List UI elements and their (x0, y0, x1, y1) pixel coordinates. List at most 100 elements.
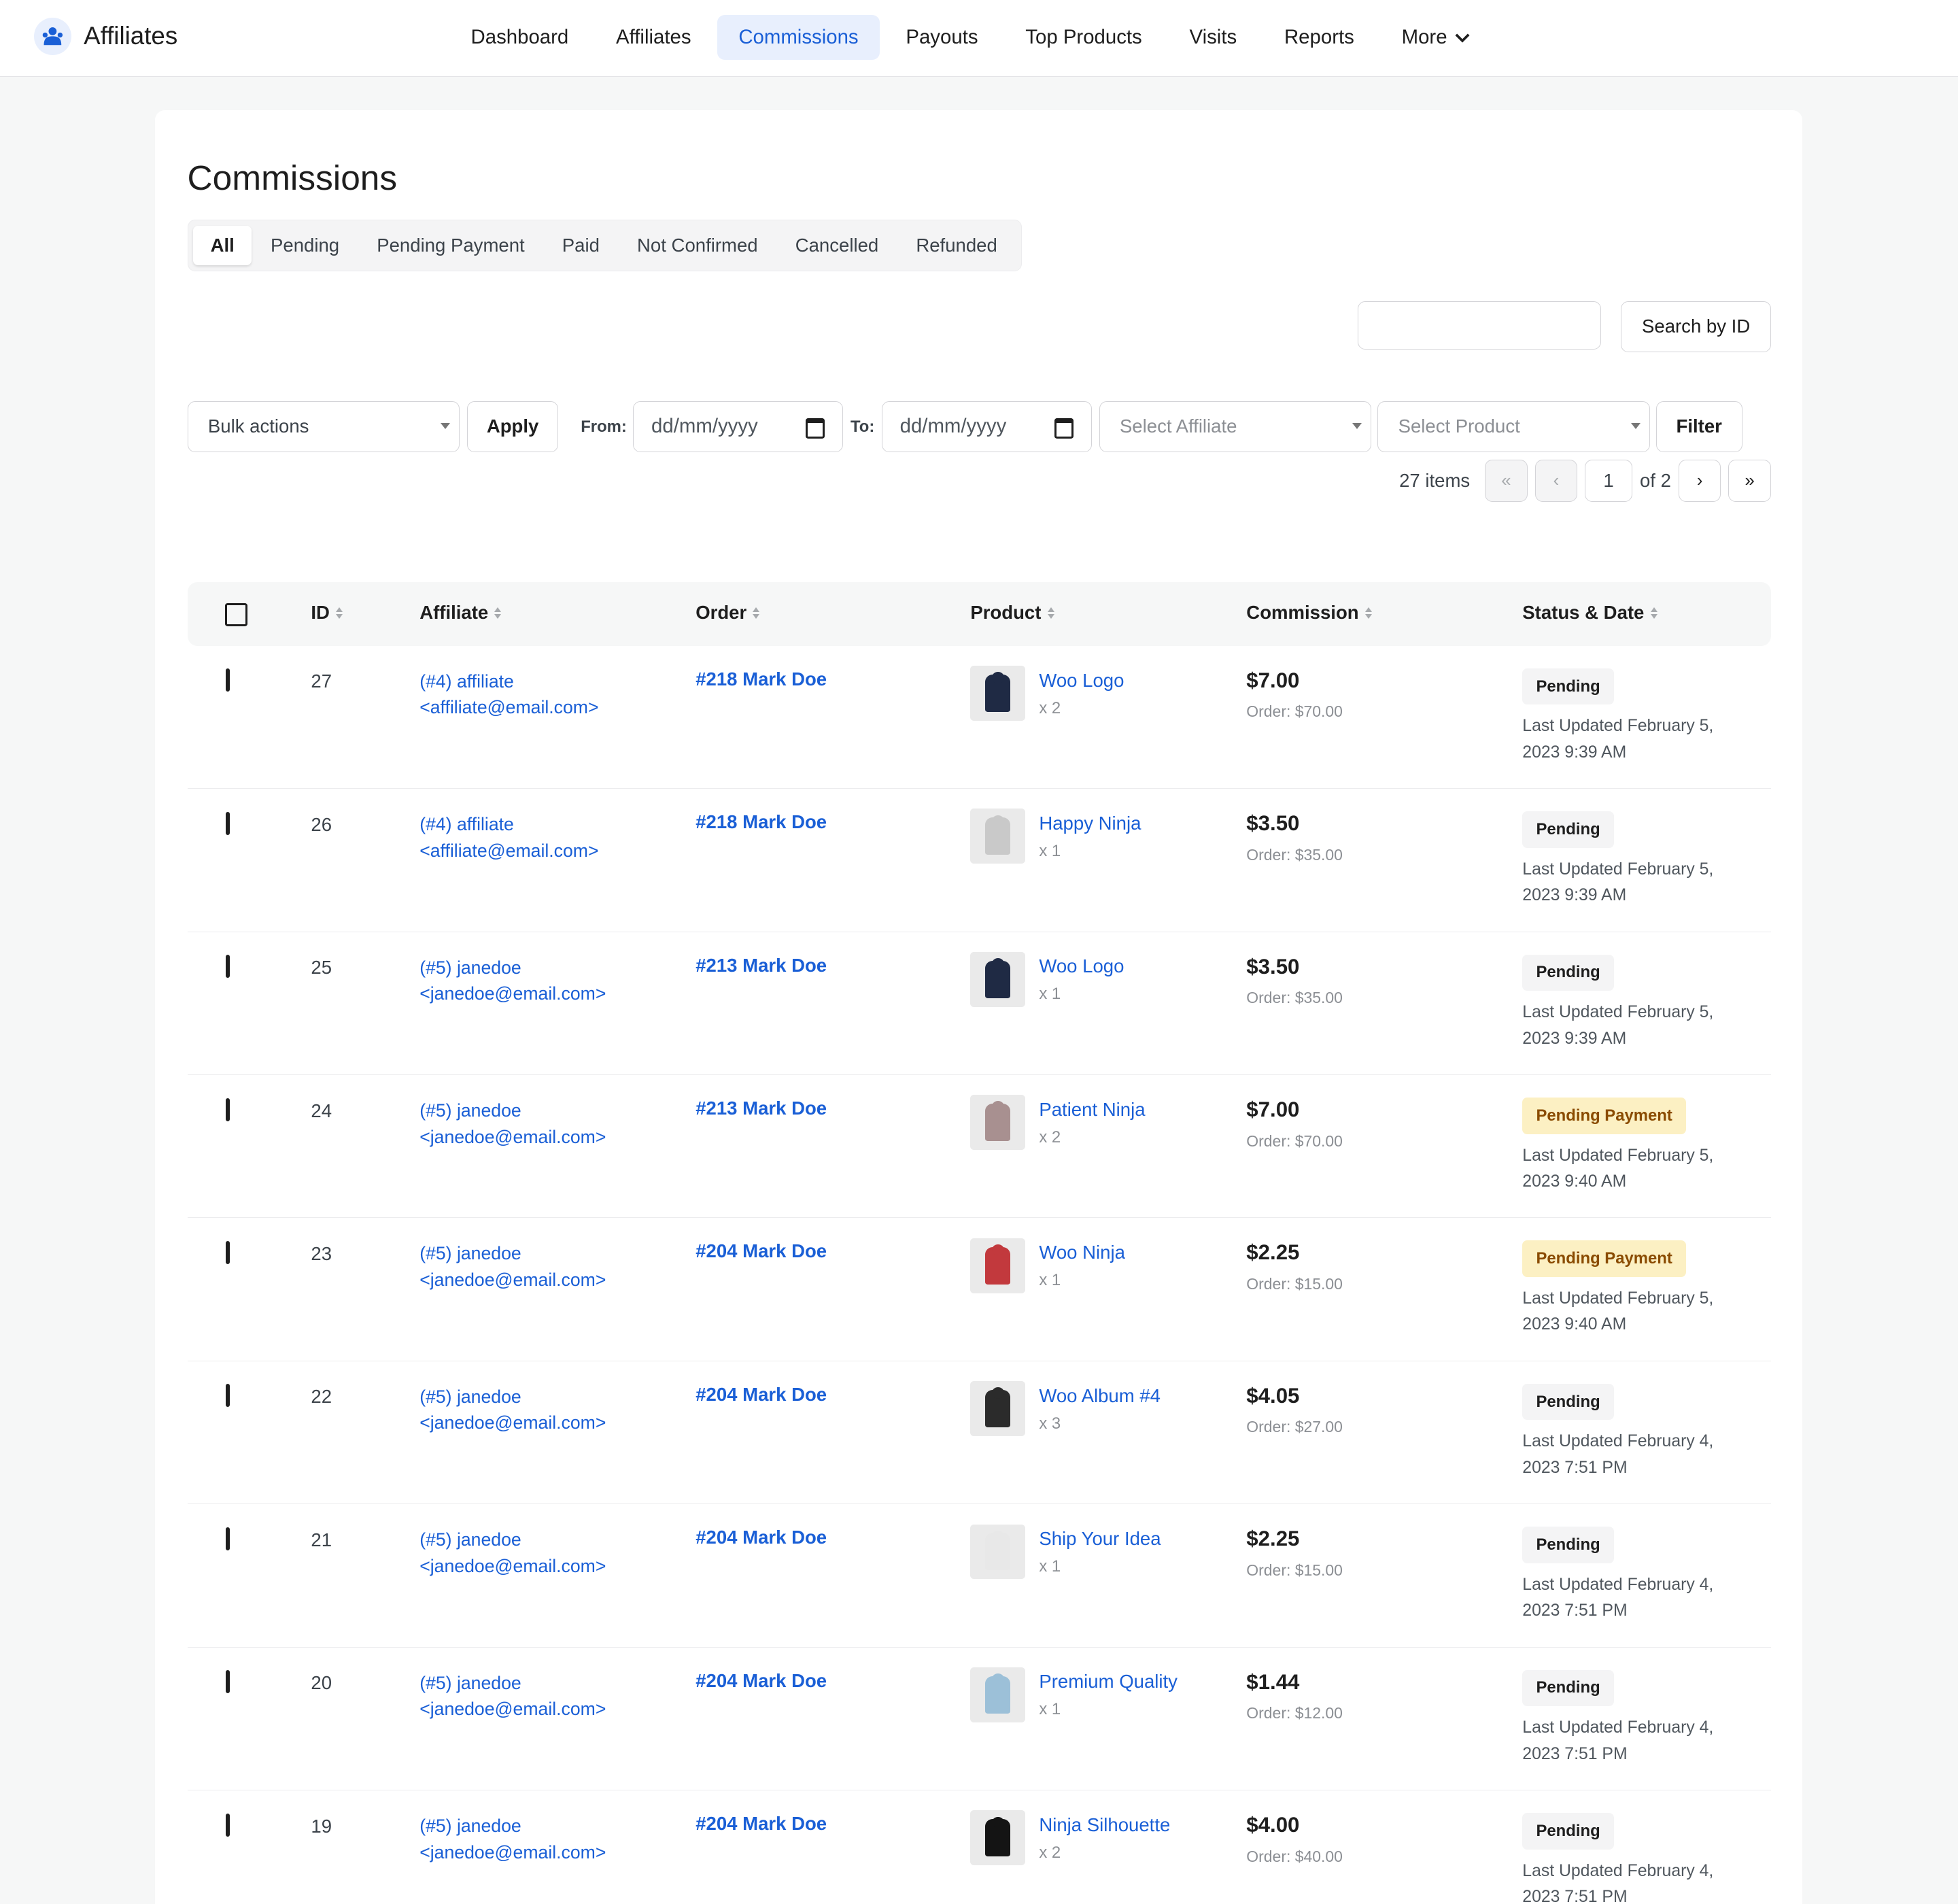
calendar-icon[interactable] (806, 418, 825, 439)
tab-paid[interactable]: Paid (543, 226, 618, 265)
product-link[interactable]: Woo Logo (1039, 670, 1124, 692)
affiliate-link[interactable]: (#5) janedoe <janedoe@email.com> (419, 1098, 606, 1150)
nav-item-more[interactable]: More (1380, 15, 1490, 60)
row-checkbox[interactable] (226, 1813, 230, 1837)
checkbox[interactable] (226, 811, 230, 835)
order-link[interactable]: #213 Mark Doe (695, 955, 827, 976)
product-link[interactable]: Woo Album #4 (1039, 1385, 1161, 1407)
affiliate-link[interactable]: (#5) janedoe <janedoe@email.com> (419, 1670, 606, 1722)
order-link[interactable]: #213 Mark Doe (695, 1098, 827, 1119)
affiliate-email[interactable]: <affiliate@email.com> (419, 838, 598, 864)
nav-item-top-products[interactable]: Top Products (1004, 15, 1163, 60)
search-id-input[interactable] (1357, 301, 1602, 350)
search-by-id-button[interactable]: Search by ID (1621, 301, 1771, 352)
tab-refunded[interactable]: Refunded (897, 226, 1016, 265)
affiliate-email[interactable]: <janedoe@email.com> (419, 1124, 606, 1151)
current-page-input[interactable]: 1 (1585, 460, 1632, 503)
affiliate-name[interactable]: (#5) janedoe (419, 1240, 606, 1267)
row-checkbox[interactable] (226, 1527, 230, 1550)
product-link[interactable]: Premium Quality (1039, 1671, 1178, 1693)
tab-not-confirmed[interactable]: Not Confirmed (618, 226, 776, 265)
from-date-input[interactable]: dd/mm/yyyy (633, 401, 843, 452)
affiliate-name[interactable]: (#4) affiliate (419, 668, 598, 695)
checkbox[interactable] (226, 1098, 230, 1121)
next-page-button[interactable]: › (1678, 460, 1721, 503)
checkbox[interactable] (226, 1384, 230, 1408)
affiliate-link[interactable]: (#5) janedoe <janedoe@email.com> (419, 955, 606, 1007)
col-status-header[interactable]: Status & Date (1522, 602, 1658, 624)
affiliate-email[interactable]: <janedoe@email.com> (419, 1267, 606, 1293)
checkbox[interactable] (226, 1241, 230, 1265)
affiliate-email[interactable]: <affiliate@email.com> (419, 694, 598, 721)
affiliate-name[interactable]: (#5) janedoe (419, 1813, 606, 1839)
checkbox[interactable] (226, 955, 230, 979)
row-checkbox[interactable] (226, 1098, 230, 1121)
col-product-header[interactable]: Product (970, 602, 1054, 624)
order-link[interactable]: #218 Mark Doe (695, 668, 827, 690)
row-checkbox[interactable] (226, 955, 230, 979)
affiliate-link[interactable]: (#4) affiliate <affiliate@email.com> (419, 811, 598, 864)
order-link[interactable]: #204 Mark Doe (695, 1813, 827, 1835)
col-id-header[interactable]: ID (311, 602, 343, 624)
tab-pending[interactable]: Pending (252, 226, 358, 265)
checkbox[interactable] (226, 1670, 230, 1694)
affiliate-name[interactable]: (#5) janedoe (419, 1670, 606, 1697)
affiliate-name[interactable]: (#5) janedoe (419, 1098, 606, 1124)
nav-item-dashboard[interactable]: Dashboard (449, 15, 589, 60)
order-link[interactable]: #218 Mark Doe (695, 811, 827, 833)
affiliate-name[interactable]: (#5) janedoe (419, 1527, 606, 1553)
affiliate-email[interactable]: <janedoe@email.com> (419, 1553, 606, 1580)
affiliate-email[interactable]: <janedoe@email.com> (419, 981, 606, 1007)
col-commission-header[interactable]: Commission (1246, 602, 1372, 624)
affiliate-link[interactable]: (#5) janedoe <janedoe@email.com> (419, 1527, 606, 1579)
affiliate-link[interactable]: (#5) janedoe <janedoe@email.com> (419, 1813, 606, 1865)
product-link[interactable]: Woo Logo (1039, 955, 1124, 977)
row-checkbox[interactable] (226, 1384, 230, 1408)
order-link[interactable]: #204 Mark Doe (695, 1240, 827, 1262)
nav-item-commissions[interactable]: Commissions (717, 15, 880, 61)
row-checkbox[interactable] (226, 1241, 230, 1265)
product-link[interactable]: Ship Your Idea (1039, 1528, 1161, 1550)
prev-page-button[interactable]: ‹ (1534, 460, 1578, 503)
affiliate-link[interactable]: (#5) janedoe <janedoe@email.com> (419, 1384, 606, 1436)
affiliate-name[interactable]: (#5) janedoe (419, 955, 606, 981)
nav-item-affiliates[interactable]: Affiliates (595, 15, 712, 60)
row-checkbox[interactable] (226, 668, 230, 692)
to-date-input[interactable]: dd/mm/yyyy (881, 401, 1092, 452)
order-link[interactable]: #204 Mark Doe (695, 1527, 827, 1548)
product-link[interactable]: Ninja Silhouette (1039, 1814, 1170, 1836)
order-link[interactable]: #204 Mark Doe (695, 1384, 827, 1406)
filter-button[interactable]: Filter (1655, 401, 1742, 452)
first-page-button[interactable]: « (1485, 460, 1528, 503)
affiliate-email[interactable]: <janedoe@email.com> (419, 1696, 606, 1722)
select-product-dropdown[interactable]: Select Product (1377, 401, 1650, 452)
row-checkbox[interactable] (226, 811, 230, 835)
checkbox[interactable] (226, 1527, 230, 1550)
checkbox[interactable] (226, 668, 230, 692)
brand[interactable]: Affiliates (33, 17, 177, 55)
apply-button[interactable]: Apply (467, 401, 559, 452)
select-all-checkbox[interactable] (224, 603, 248, 626)
nav-item-visits[interactable]: Visits (1168, 15, 1258, 60)
tab-cancelled[interactable]: Cancelled (776, 226, 897, 265)
row-checkbox[interactable] (226, 1670, 230, 1694)
product-link[interactable]: Woo Ninja (1039, 1242, 1125, 1263)
col-affiliate-header[interactable]: Affiliate (419, 602, 502, 624)
bulk-actions-select[interactable]: Bulk actions (187, 401, 460, 452)
last-page-button[interactable]: » (1728, 460, 1771, 503)
tab-pending-payment[interactable]: Pending Payment (358, 226, 544, 265)
affiliate-email[interactable]: <janedoe@email.com> (419, 1839, 606, 1866)
nav-item-reports[interactable]: Reports (1263, 15, 1375, 60)
affiliate-name[interactable]: (#5) janedoe (419, 1384, 606, 1410)
nav-item-payouts[interactable]: Payouts (884, 15, 999, 60)
order-link[interactable]: #204 Mark Doe (695, 1670, 827, 1692)
checkbox[interactable] (226, 1813, 230, 1837)
select-affiliate-dropdown[interactable]: Select Affiliate (1099, 401, 1371, 452)
product-link[interactable]: Patient Ninja (1039, 1099, 1145, 1121)
calendar-icon[interactable] (1054, 418, 1074, 439)
checkbox[interactable] (224, 603, 248, 626)
affiliate-link[interactable]: (#4) affiliate <affiliate@email.com> (419, 668, 598, 721)
tab-all[interactable]: All (192, 226, 252, 265)
affiliate-link[interactable]: (#5) janedoe <janedoe@email.com> (419, 1240, 606, 1293)
affiliate-email[interactable]: <janedoe@email.com> (419, 1410, 606, 1436)
